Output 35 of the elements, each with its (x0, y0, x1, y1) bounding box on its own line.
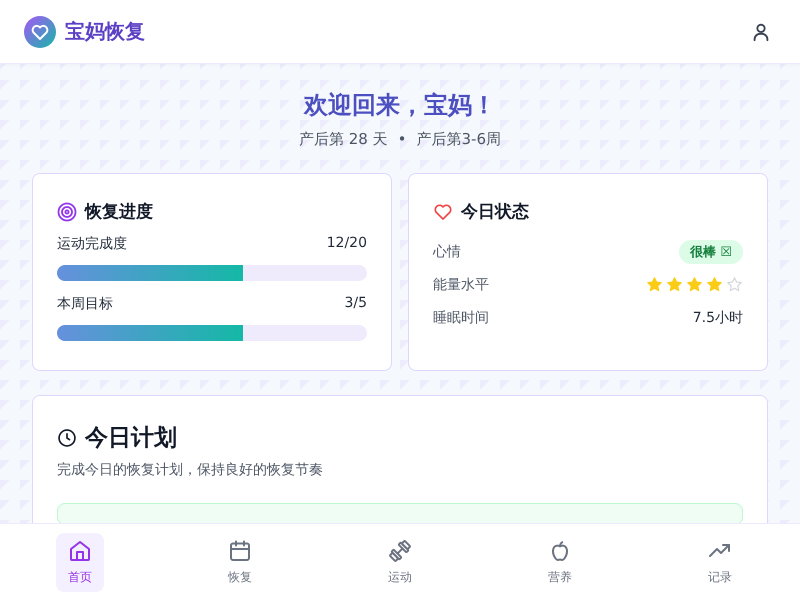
nav-tab[interactable]: 营养 (536, 532, 584, 592)
heart-logo-icon (24, 16, 56, 48)
nav-tab[interactable]: 记录 (696, 532, 744, 592)
app-name: 宝妈恢复 (65, 18, 145, 45)
plan-title: 今日计划 (85, 424, 177, 453)
progress-value: 12/20 (326, 235, 367, 253)
welcome-title: 欢迎回来，宝妈！ (302, 90, 497, 121)
nav-tab[interactable]: 恢复 (216, 532, 264, 592)
card-title: 恢复进度 (85, 201, 153, 223)
postpartum-day: 产后第 28 天 (299, 130, 388, 149)
separator-dot: • (398, 130, 406, 149)
progress-label: 运动完成度 (57, 235, 127, 253)
progress-label: 本周目标 (57, 295, 113, 313)
card-title: 今日状态 (461, 201, 529, 223)
star-icon (726, 276, 743, 293)
nav-tab[interactable]: 首页 (56, 532, 104, 592)
recovery-stage: 产后第3-6周 (416, 130, 501, 149)
star-icon (646, 276, 663, 293)
progress-value: 3/5 (344, 295, 367, 313)
dumbbell-icon (388, 538, 412, 562)
star-icon (666, 276, 683, 293)
calendar-icon (228, 538, 252, 562)
heart-icon (433, 202, 453, 222)
status-label: 睡眠时间 (433, 308, 489, 326)
star-icon (706, 276, 723, 293)
star-icon (686, 276, 703, 293)
status-label: 能量水平 (433, 276, 489, 294)
sleep-value: 7.5小时 (692, 308, 743, 326)
home-icon (68, 538, 92, 562)
status-label: 心情 (433, 242, 461, 260)
nav-tab[interactable]: 运动 (376, 532, 424, 592)
clock-icon (57, 428, 77, 448)
target-icon (57, 202, 77, 222)
mood-badge: 很棒 ☒ (678, 240, 743, 264)
plan-subtitle: 完成今日的恢复计划，保持良好的恢复节奏 (57, 461, 324, 479)
